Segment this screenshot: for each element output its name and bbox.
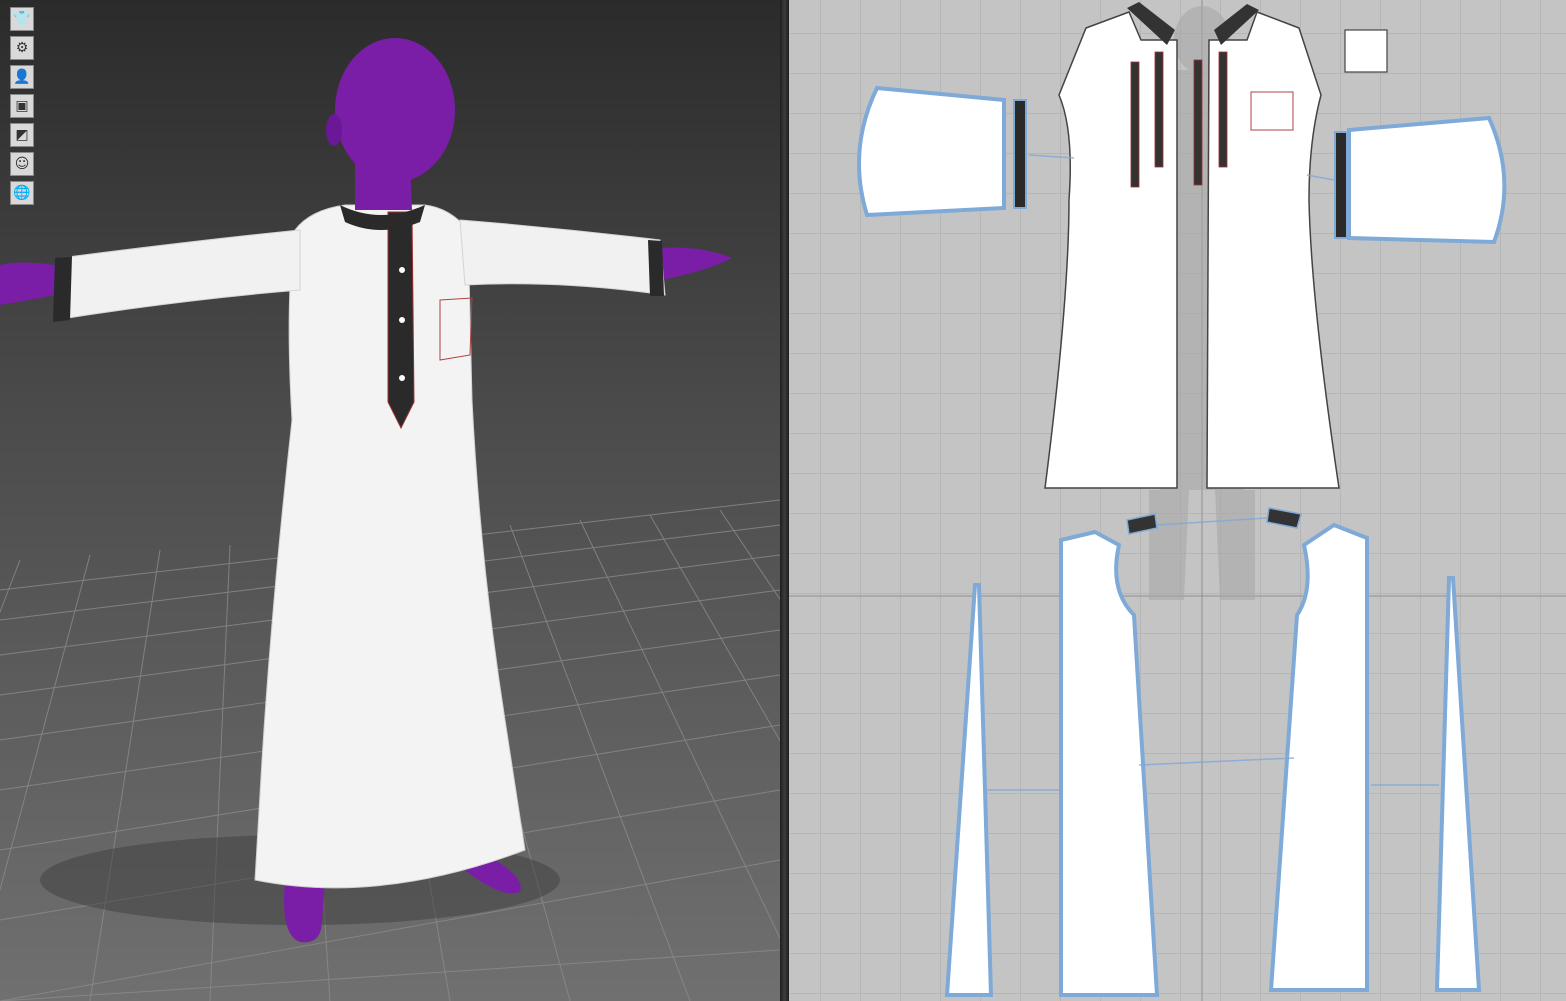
- avatar-left-foot: [284, 880, 325, 943]
- pattern-cuff-right[interactable]: [1334, 131, 1348, 239]
- pattern-back-collar-right[interactable]: [1266, 507, 1302, 529]
- pattern-back-left[interactable]: [1059, 529, 1160, 997]
- pattern-canvas: [789, 0, 1566, 1001]
- avatar-icon[interactable]: 👤: [10, 65, 34, 89]
- avatar-ear: [326, 114, 342, 146]
- button: [399, 317, 405, 323]
- pattern-cuff-left[interactable]: [1013, 99, 1027, 209]
- pattern-placket[interactable]: [1130, 61, 1140, 188]
- viewport-toolbar: 👕 ⚙ 👤 ▣ ◩ ☺ 🌐: [10, 7, 36, 210]
- 3d-scene: [0, 38, 780, 1001]
- pattern-placket[interactable]: [1218, 51, 1228, 168]
- 2d-pattern-viewport[interactable]: [789, 0, 1566, 1001]
- garment-icon[interactable]: 👕: [10, 7, 34, 31]
- button: [399, 267, 405, 273]
- right-cuff: [648, 240, 664, 296]
- environment-icon[interactable]: 🌐: [10, 181, 34, 205]
- pattern-gusset-right[interactable]: [1434, 576, 1482, 992]
- garment-right-sleeve[interactable]: [459, 219, 666, 296]
- avatar-right-hand: [660, 247, 732, 280]
- avatar-left-hand: [0, 262, 55, 305]
- avatar-head: [335, 38, 455, 182]
- shading-icon[interactable]: ◩: [10, 123, 34, 147]
- particle-icon[interactable]: ⚙: [10, 36, 34, 60]
- pattern-sleeve-right[interactable]: [1347, 115, 1507, 245]
- pattern-placket[interactable]: [1193, 59, 1203, 186]
- garment-left-sleeve[interactable]: [54, 229, 301, 321]
- pattern-placket[interactable]: [1154, 51, 1164, 168]
- texture-icon[interactable]: ▣: [10, 94, 34, 118]
- skin-icon[interactable]: ☺: [10, 152, 34, 176]
- pane-divider[interactable]: [780, 0, 789, 1001]
- pattern-pocket-flap[interactable]: [1344, 29, 1388, 73]
- button: [399, 375, 405, 381]
- left-cuff: [53, 256, 72, 322]
- pattern-sleeve-left[interactable]: [857, 85, 1006, 218]
- 3d-viewport[interactable]: 👕 ⚙ 👤 ▣ ◩ ☺ 🌐: [0, 0, 780, 1001]
- pattern-back-right[interactable]: [1268, 522, 1369, 992]
